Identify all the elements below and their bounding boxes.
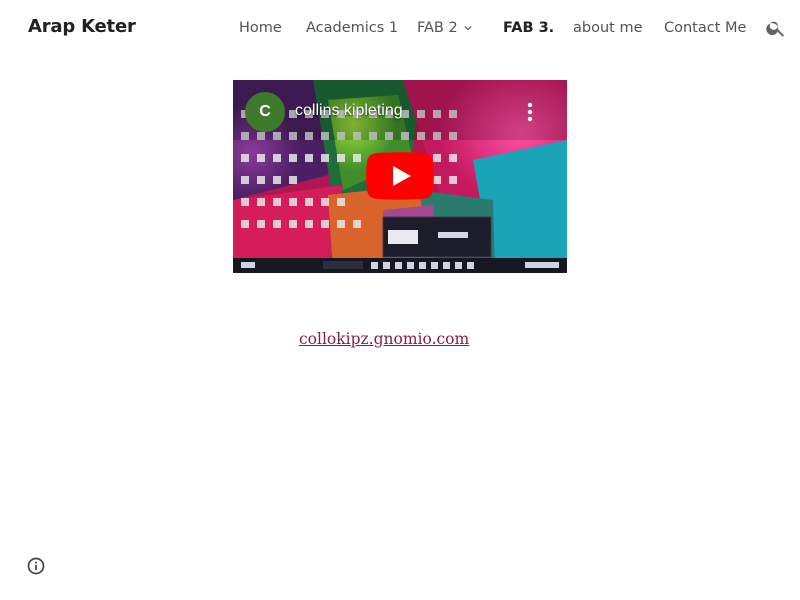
nav-item-home[interactable]: Home — [239, 18, 282, 38]
top-nav: Home Academics 1 FAB 2 FAB 3. about me C… — [0, 18, 800, 40]
chevron-down-icon[interactable] — [461, 21, 475, 35]
nav-item-contact-me[interactable]: Contact Me — [664, 18, 746, 38]
nav-item-academics-1[interactable]: Academics 1 — [306, 18, 398, 38]
info-icon[interactable] — [26, 556, 46, 576]
more-vert-icon[interactable] — [523, 100, 537, 124]
gnomio-link[interactable]: collokipz.gnomio.com — [299, 330, 469, 348]
youtube-play-icon[interactable] — [366, 152, 434, 200]
nav-item-fab-2[interactable]: FAB 2 — [417, 18, 458, 38]
search-icon[interactable] — [765, 17, 787, 39]
nav-item-about-me[interactable]: about me — [573, 18, 643, 38]
channel-avatar[interactable]: C — [245, 92, 285, 132]
embedded-video[interactable]: C collins kipleting — [233, 80, 567, 273]
nav-item-fab-3[interactable]: FAB 3. — [503, 18, 554, 38]
video-title[interactable]: collins kipleting — [295, 102, 403, 120]
